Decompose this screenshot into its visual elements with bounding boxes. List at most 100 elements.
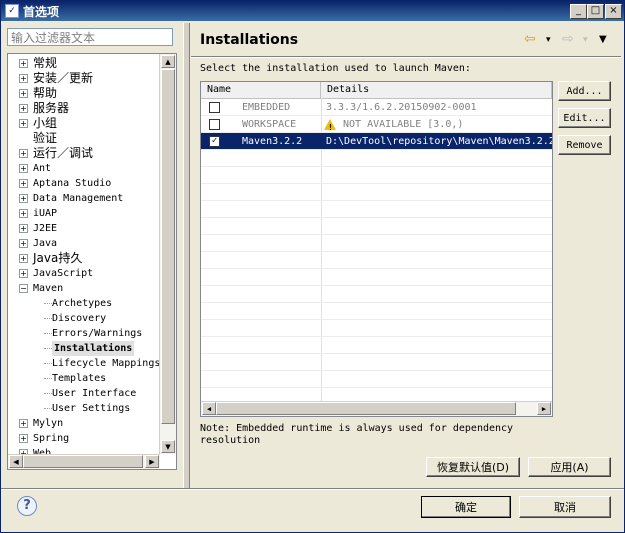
tree-item-label: Installations xyxy=(52,341,135,356)
tree-connector xyxy=(44,363,52,364)
restore-defaults-button[interactable]: 恢复默认值(D) xyxy=(426,457,520,477)
help-icon[interactable]: ? xyxy=(17,496,37,516)
tree-item[interactable]: + Data Management xyxy=(8,191,158,206)
expand-icon[interactable]: + xyxy=(19,119,28,128)
tree-item-label: 常规 xyxy=(33,56,58,70)
ok-button[interactable]: 确定 xyxy=(421,496,511,518)
scroll-left-icon[interactable]: ◀ xyxy=(9,455,23,468)
installation-checkbox[interactable] xyxy=(209,119,220,130)
row-gridline xyxy=(201,115,552,116)
back-menu-chevron-icon[interactable]: ▾ xyxy=(546,35,551,45)
expand-icon[interactable]: + xyxy=(19,239,28,248)
table-horizontal-scrollbar[interactable]: ◀ ▶ xyxy=(201,401,552,416)
preference-tree: + 常规 + 安装／更新 + 帮助 + 服务器 + 小组 验证 + 运行／调试 + Ant + Aptana S… xyxy=(7,53,177,470)
table-scroll-left-icon[interactable]: ◀ xyxy=(202,402,216,415)
tree-child-item[interactable]: Templates xyxy=(8,371,158,386)
tree-item[interactable]: + Aptana Studio xyxy=(8,176,158,191)
column-header-details[interactable]: Details xyxy=(321,82,552,98)
expand-icon[interactable]: + xyxy=(19,74,28,83)
forward-arrow-icon[interactable]: ⇨ xyxy=(562,31,574,47)
installation-checkbox[interactable]: ✓ xyxy=(209,136,220,147)
scroll-right-icon[interactable]: ▶ xyxy=(145,455,159,468)
table-scroll-right-icon[interactable]: ▶ xyxy=(537,402,551,415)
tree-item[interactable]: + Java持久 xyxy=(8,251,158,266)
title-bar[interactable]: ✓ 首选项 _ □ × xyxy=(1,1,624,21)
tree-item[interactable]: + Ant xyxy=(8,161,158,176)
tree-child-item[interactable]: Discovery xyxy=(8,311,158,326)
table-row[interactable]: ✓ Maven3.2.2 D:\DevTool\repository\Maven\M… xyxy=(201,133,552,150)
collapse-icon[interactable]: − xyxy=(19,284,28,293)
minimize-button[interactable]: _ xyxy=(570,4,587,19)
row-gridline xyxy=(201,268,552,269)
expand-icon[interactable]: + xyxy=(19,89,28,98)
tree-connector xyxy=(44,303,52,304)
tree-item[interactable]: + 运行／调试 xyxy=(8,146,158,161)
tree-connector xyxy=(44,318,52,319)
tree-child-item[interactable]: User Interface xyxy=(8,386,158,401)
tree-item-label: Java xyxy=(33,238,58,249)
tree-item[interactable]: + JavaScript xyxy=(8,266,158,281)
tree-item-label: 运行／调试 xyxy=(33,146,94,160)
tree-item[interactable]: + J2EE xyxy=(8,221,158,236)
tree-item[interactable]: + iUAP xyxy=(8,206,158,221)
row-gridline xyxy=(201,132,552,133)
installation-details: 3.3.3/1.6.2.20150902-0001 xyxy=(326,102,477,113)
table-row[interactable]: WORKSPACE! NOT AVAILABLE [3.0,) xyxy=(201,116,552,133)
tree-item[interactable]: − Maven xyxy=(8,281,158,296)
expand-icon[interactable]: + xyxy=(19,179,28,188)
back-arrow-icon[interactable]: ⇦ xyxy=(524,31,536,47)
panel-divider[interactable] xyxy=(183,23,190,488)
table-hscroll-thumb[interactable] xyxy=(216,402,516,415)
expand-icon[interactable]: + xyxy=(19,164,28,173)
tree-item-label: 帮助 xyxy=(33,86,58,100)
expand-icon[interactable]: + xyxy=(19,254,28,263)
expand-icon[interactable]: + xyxy=(19,194,28,203)
apply-button[interactable]: 应用(A) xyxy=(528,457,611,477)
expand-icon[interactable]: + xyxy=(19,104,28,113)
tree-horizontal-scrollbar[interactable]: ◀ ▶ xyxy=(8,454,160,469)
add-button[interactable]: Add... xyxy=(558,81,611,101)
close-button[interactable]: × xyxy=(605,4,622,19)
tree-item[interactable]: 验证 xyxy=(8,131,158,146)
expand-icon[interactable]: + xyxy=(19,419,28,428)
expand-icon[interactable]: + xyxy=(19,209,28,218)
row-gridline xyxy=(201,387,552,388)
column-header-name[interactable]: Name xyxy=(201,82,321,98)
tree-item[interactable]: + 帮助 xyxy=(8,86,158,101)
filter-input[interactable]: 输入过滤器文本 xyxy=(7,28,173,46)
tree-item[interactable]: + 服务器 xyxy=(8,101,158,116)
tree-item[interactable]: + Mylyn xyxy=(8,416,158,431)
expand-icon[interactable]: + xyxy=(19,434,28,443)
tree-vertical-scrollbar[interactable]: ▲ ▼ xyxy=(159,54,176,454)
tree-scroll-thumb[interactable] xyxy=(161,69,175,424)
remove-button[interactable]: Remove xyxy=(558,135,611,155)
tree-child-item[interactable]: Lifecycle Mappings xyxy=(8,356,160,371)
scroll-up-icon[interactable]: ▲ xyxy=(161,55,175,68)
view-menu-icon[interactable]: ▼ xyxy=(599,34,607,45)
maximize-button[interactable]: □ xyxy=(587,4,604,19)
expand-icon[interactable]: + xyxy=(19,149,28,158)
tree-child-item[interactable]: User Settings xyxy=(8,401,158,416)
installation-details: NOT AVAILABLE [3.0,) xyxy=(343,119,464,130)
forward-menu-chevron-icon[interactable]: ▾ xyxy=(583,35,588,45)
tree-item[interactable]: + Spring xyxy=(8,431,158,446)
expand-icon[interactable]: + xyxy=(19,269,28,278)
installation-checkbox[interactable] xyxy=(209,102,220,113)
table-row[interactable]: EMBEDDED 3.3.3/1.6.2.20150902-0001 xyxy=(201,99,552,116)
tree-item[interactable]: + 安装／更新 xyxy=(8,71,158,86)
tree-child-item[interactable]: Installations xyxy=(8,341,158,356)
page-title: Installations xyxy=(200,32,299,48)
tree-item-label: JavaScript xyxy=(33,268,94,279)
tree-connector xyxy=(44,333,52,334)
edit-button[interactable]: Edit... xyxy=(558,108,611,128)
tree-item[interactable]: + 小组 xyxy=(8,116,158,131)
cancel-button[interactable]: 取消 xyxy=(519,496,611,518)
tree-child-item[interactable]: Errors/Warnings xyxy=(8,326,158,341)
scroll-down-icon[interactable]: ▼ xyxy=(161,440,175,453)
expand-icon[interactable]: + xyxy=(19,59,28,68)
tree-child-item[interactable]: Archetypes xyxy=(8,296,158,311)
tree-item[interactable]: + Java xyxy=(8,236,158,251)
expand-icon[interactable]: + xyxy=(19,224,28,233)
tree-hscroll-thumb[interactable] xyxy=(23,455,143,468)
tree-item[interactable]: + 常规 xyxy=(8,56,158,71)
